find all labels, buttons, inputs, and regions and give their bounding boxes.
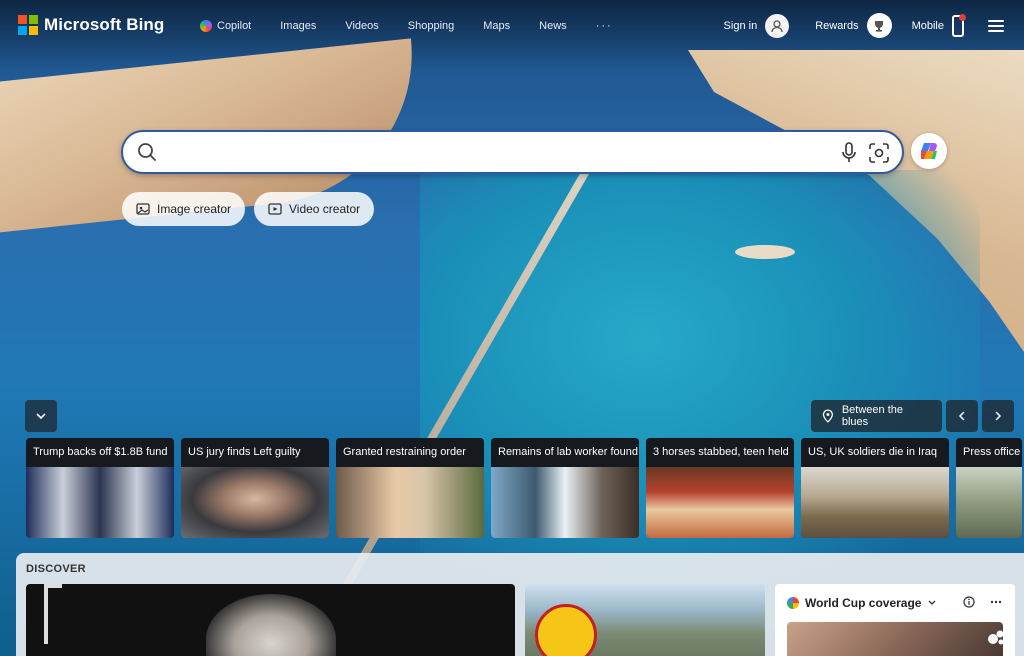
nav-item-label: Images: [280, 20, 317, 32]
news-card[interactable]: Trump backs off $1.8B fund: [26, 438, 174, 538]
account-nav: Sign in Rewards Mobile: [724, 13, 1004, 38]
nav-item-label: Shopping: [407, 20, 455, 32]
discover-heading: DISCOVER: [26, 563, 86, 575]
chat-feedback-icon[interactable]: [986, 628, 1006, 653]
nav-item-copilot[interactable]: Copilot: [200, 20, 251, 32]
nav-item-videos[interactable]: Videos: [345, 20, 378, 32]
search-input[interactable]: [161, 140, 821, 164]
discover-section: DISCOVER World Cup coverage: [16, 553, 1024, 656]
top-bar: Microsoft Bing Copilot Images Videos Sho…: [0, 0, 1024, 52]
next-image-button[interactable]: [982, 400, 1014, 432]
news-thumbnail: [336, 467, 484, 538]
news-title: US jury finds Left guilty: [181, 438, 329, 467]
nav-item-shopping[interactable]: Shopping: [408, 20, 455, 32]
news-card[interactable]: Press office: [956, 438, 1022, 538]
news-thumbnail: [491, 467, 639, 538]
mobile-button[interactable]: Mobile: [911, 13, 966, 37]
nav-item-label: Copilot: [217, 20, 252, 32]
video-creator-icon: [268, 203, 282, 215]
nav-item-label: Videos: [345, 20, 379, 32]
rewards-button[interactable]: Rewards: [815, 13, 892, 38]
chip-label: Video creator: [289, 202, 361, 216]
rewards-trophy-icon: [866, 13, 892, 38]
news-card[interactable]: US jury finds Left guilty: [181, 438, 329, 538]
world-cup-card[interactable]: World Cup coverage: [775, 584, 1015, 656]
discover-main-sign: [44, 584, 62, 644]
previous-image-button[interactable]: [946, 400, 978, 432]
copilot-button[interactable]: [911, 133, 947, 169]
search-icon: [137, 142, 157, 167]
notification-dot: [959, 13, 966, 21]
search-box: [121, 130, 904, 174]
world-cup-card-image: [787, 622, 1003, 656]
chevron-left-icon: [958, 411, 965, 421]
card-actions: [963, 596, 1003, 608]
world-cup-card-header[interactable]: World Cup coverage: [787, 596, 937, 610]
nav-item-images[interactable]: Images: [280, 20, 316, 32]
chevron-down-icon: [929, 600, 936, 605]
nav-item-news[interactable]: News: [539, 20, 567, 32]
news-title: Granted restraining order: [336, 438, 484, 467]
collapse-feed-button[interactable]: [25, 400, 57, 432]
news-card[interactable]: Granted restraining order: [336, 438, 484, 538]
news-card[interactable]: US, UK soldiers die in Iraq: [801, 438, 949, 538]
news-thumbnail: [801, 467, 949, 538]
copilot-icon: [200, 20, 212, 32]
news-title: Trump backs off $1.8B fund: [26, 438, 174, 467]
bing-logo[interactable]: Microsoft Bing: [18, 15, 164, 35]
discover-main-image: [206, 594, 336, 656]
image-creator-button[interactable]: Image creator: [122, 192, 246, 226]
more-options-icon[interactable]: [989, 596, 1003, 608]
world-cup-card-title: World Cup coverage: [805, 596, 922, 610]
visual-search-icon[interactable]: [868, 142, 890, 169]
brand-name: Microsoft Bing: [44, 15, 165, 34]
news-thumbnail: [646, 467, 794, 538]
mascot-logo-icon: [535, 604, 597, 656]
news-card[interactable]: 3 horses stabbed, teen held: [646, 438, 794, 538]
background-island: [735, 245, 795, 259]
menu-icon[interactable]: [988, 19, 1004, 32]
microphone-icon[interactable]: [840, 142, 858, 169]
image-creator-icon: [136, 203, 150, 215]
news-title: Press office: [956, 438, 1022, 467]
main-nav: Copilot Images Videos Shopping Maps News…: [200, 20, 613, 32]
chip-label: Image creator: [157, 202, 232, 216]
news-thumbnail: [956, 467, 1022, 538]
news-card[interactable]: Remains of lab worker found: [491, 438, 639, 538]
signin-label: Sign in: [723, 19, 758, 32]
image-info-button[interactable]: Between the blues: [811, 400, 942, 432]
chevron-right-icon: [995, 411, 1002, 421]
copilot-icon: [921, 143, 937, 159]
mobile-label: Mobile: [911, 19, 944, 32]
signin-button[interactable]: Sign in: [723, 13, 790, 38]
chevron-down-icon: [36, 413, 46, 420]
news-thumbnail: [181, 467, 329, 538]
news-title: 3 horses stabbed, teen held: [646, 438, 794, 467]
nav-item-maps[interactable]: Maps: [483, 20, 510, 32]
google-g-icon: [787, 597, 799, 609]
user-icon: [765, 13, 790, 38]
discover-main-card[interactable]: [26, 584, 515, 656]
nav-item-label: Maps: [483, 20, 511, 32]
image-location-label: Between the blues: [841, 404, 903, 428]
discover-secondary-card[interactable]: [525, 584, 765, 656]
nav-more-button[interactable]: ···: [596, 20, 613, 32]
nav-item-label: News: [539, 20, 567, 32]
news-carousel: Trump backs off $1.8B fund US jury finds…: [26, 438, 1022, 538]
phone-icon: [952, 13, 966, 37]
rewards-label: Rewards: [815, 19, 859, 32]
location-pin-icon: [822, 409, 833, 423]
news-title: US, UK soldiers die in Iraq: [801, 438, 949, 467]
microsoft-logo-icon: [18, 15, 38, 35]
news-title: Remains of lab worker found: [491, 438, 639, 467]
video-creator-button[interactable]: Video creator: [254, 192, 375, 226]
news-thumbnail: [26, 467, 174, 538]
info-icon[interactable]: [963, 596, 975, 608]
